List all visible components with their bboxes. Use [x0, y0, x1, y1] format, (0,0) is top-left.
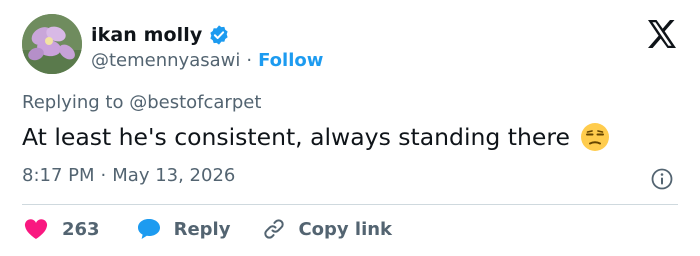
tweet-timestamp[interactable]: 8:17 PM · May 13, 2026: [22, 165, 235, 186]
handle-separator: ·: [246, 49, 253, 71]
replying-to-prefix: Replying to: [22, 92, 130, 113]
avatar[interactable]: [22, 14, 82, 74]
info-icon[interactable]: [650, 167, 674, 191]
author-name-row: ikan molly: [91, 22, 230, 48]
divider: [22, 204, 678, 205]
tweet-date[interactable]: May 13, 2026: [112, 165, 235, 186]
link-icon: [264, 219, 285, 239]
unamused-face-emoji: [580, 122, 610, 152]
tweet-text: At least he's consistent, always standin…: [22, 123, 570, 151]
like-count: 263: [62, 218, 100, 240]
x-logo-icon[interactable]: [646, 19, 678, 49]
author-handle-row: @temennyasawi · Follow: [91, 48, 323, 72]
reply-bubble-icon: [137, 219, 160, 239]
replying-to: Replying to @bestofcarpet: [22, 92, 261, 113]
reply-label: Reply: [173, 218, 231, 240]
tweet-actions: 263 Reply Copy link: [24, 216, 392, 242]
avatar-image: [22, 14, 82, 74]
like-button[interactable]: 263: [24, 218, 100, 240]
timestamp-separator: ·: [100, 165, 107, 186]
author-display-name[interactable]: ikan molly: [91, 24, 202, 46]
heart-icon: [24, 219, 48, 239]
verified-badge-icon: [208, 24, 230, 46]
author-handle[interactable]: @temennyasawi: [91, 50, 240, 71]
tweet-text-row: At least he's consistent, always standin…: [22, 122, 610, 152]
tweet-time[interactable]: 8:17 PM: [22, 165, 95, 186]
copy-link-button[interactable]: Copy link: [262, 217, 392, 241]
reply-button[interactable]: Reply: [136, 217, 231, 241]
replying-to-mention[interactable]: @bestofcarpet: [129, 92, 261, 113]
follow-button[interactable]: Follow: [258, 50, 323, 71]
copy-link-label: Copy link: [298, 218, 393, 240]
